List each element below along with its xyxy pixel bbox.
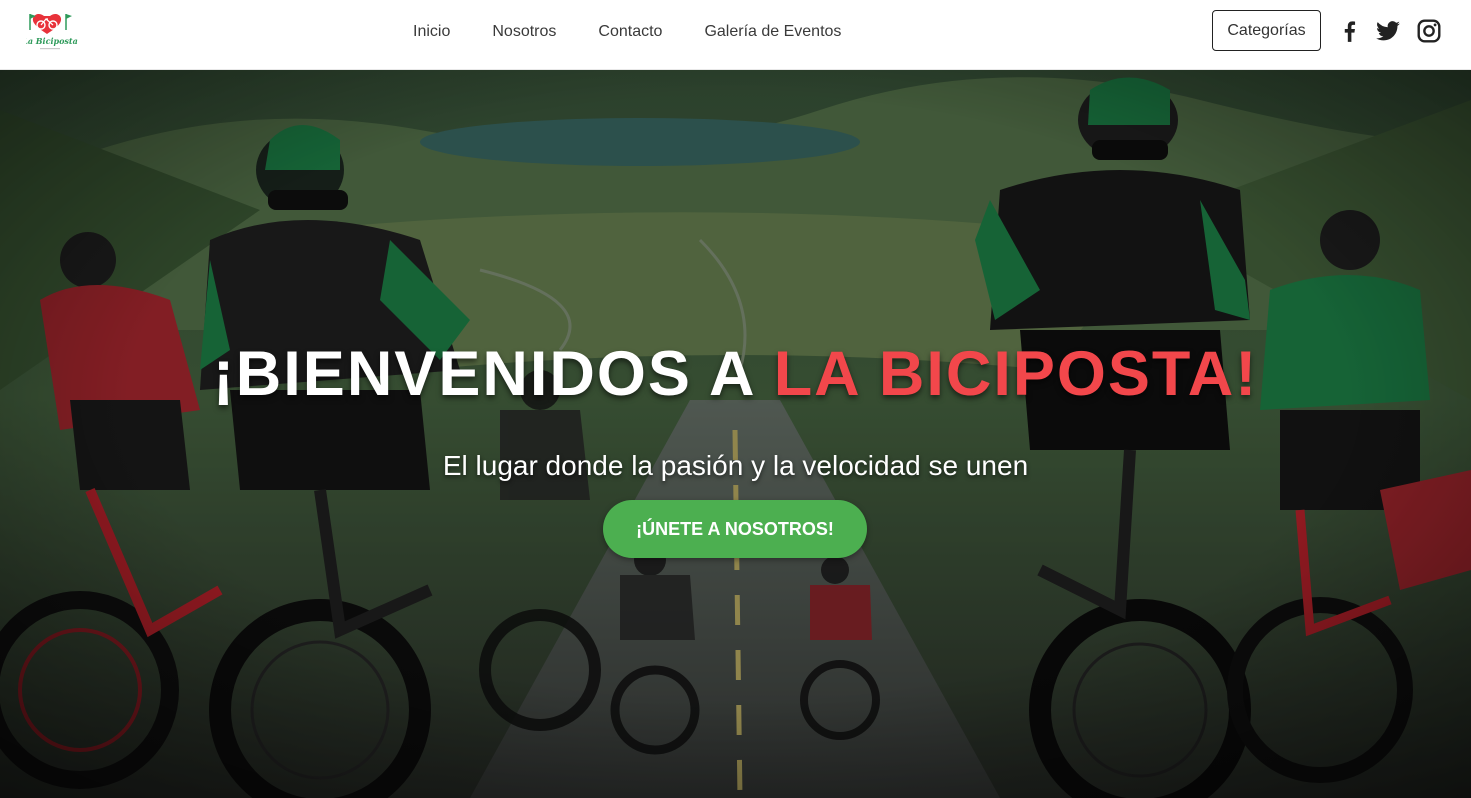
hero-dark-overlay: [0, 70, 1471, 798]
nav-link-inicio[interactable]: Inicio: [392, 23, 471, 41]
bicycle-logo-icon: La Biciposta: [21, 13, 78, 50]
brand-logo[interactable]: La Biciposta: [21, 10, 84, 60]
logo-wordmark: La Biciposta: [26, 36, 78, 46]
instagram-link[interactable]: [1416, 18, 1442, 44]
facebook-icon: [1344, 21, 1356, 42]
top-navbar: La Biciposta Inicio Nosotros Contacto Ga…: [0, 0, 1471, 70]
facebook-link[interactable]: [1336, 18, 1362, 44]
nav-link-contacto[interactable]: Contacto: [577, 23, 683, 41]
hero-subtitle: El lugar donde la pasión y la velocidad …: [442, 450, 1029, 481]
instagram-icon: [1417, 19, 1441, 43]
twitter-link[interactable]: [1375, 18, 1401, 44]
nav-link-galeria-eventos[interactable]: Galería de Eventos: [683, 23, 862, 41]
categories-button[interactable]: Categorías: [1212, 10, 1321, 51]
main-nav: Inicio Nosotros Contacto Galería de Even…: [392, 0, 862, 64]
hero-section: ¡BIENVENIDOS A LA BICIPOSTA! El lugar do…: [0, 70, 1471, 798]
twitter-icon: [1376, 21, 1400, 41]
hero-title-highlight: LA BICIPOSTA!: [773, 339, 1259, 409]
join-us-button[interactable]: ¡ÚNETE A NOSOTROS!: [603, 500, 867, 558]
hero-title: ¡BIENVENIDOS A LA BICIPOSTA!: [0, 338, 1471, 410]
nav-link-nosotros[interactable]: Nosotros: [471, 23, 577, 41]
hero-title-prefix: ¡BIENVENIDOS A: [212, 339, 774, 409]
